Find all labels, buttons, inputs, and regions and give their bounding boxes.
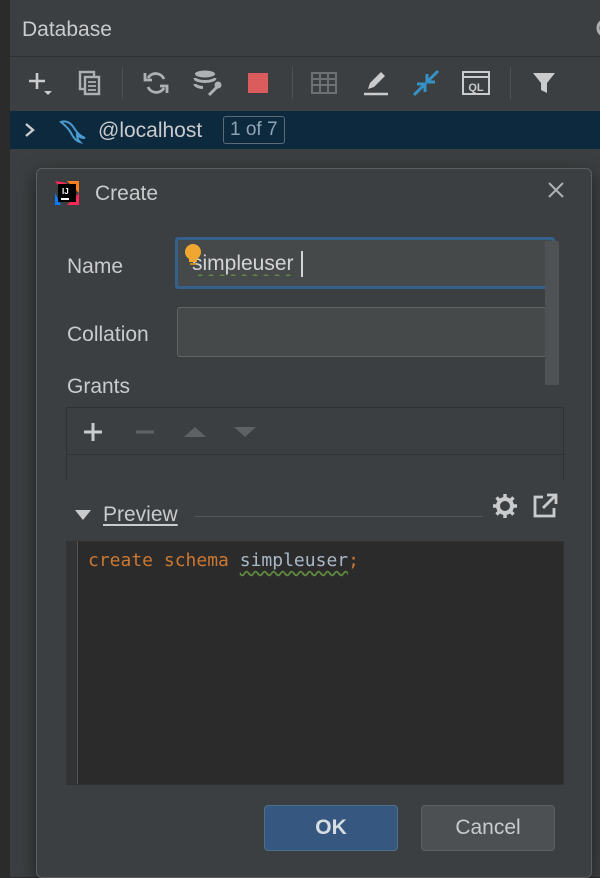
table-icon[interactable] — [308, 67, 340, 99]
name-input[interactable] — [192, 252, 532, 276]
grants-table — [66, 407, 564, 480]
connection-label: @localhost — [98, 119, 203, 142]
svg-text:IJ: IJ — [62, 187, 69, 196]
grant-add-icon[interactable] — [79, 418, 107, 446]
dialog-title: Create — [95, 182, 159, 205]
panel-title: Database — [22, 18, 112, 41]
collation-label: Collation — [67, 323, 149, 346]
preview-settings-icon[interactable] — [491, 492, 519, 525]
grant-remove-icon[interactable] — [131, 418, 159, 446]
panel-settings-icon[interactable] — [594, 16, 600, 40]
jump-to-source-icon[interactable] — [410, 67, 442, 99]
query-console-icon[interactable]: QL — [460, 67, 492, 99]
collation-input[interactable] — [188, 320, 542, 345]
preview-collapse-icon[interactable] — [73, 505, 93, 525]
mysql-dolphin-icon — [58, 118, 88, 149]
jetbrains-ij-icon: IJ — [53, 179, 81, 207]
tree-row-localhost[interactable]: @localhost 1 of 7 — [10, 111, 600, 149]
form-scrollbar[interactable] — [545, 241, 559, 385]
cancel-button[interactable]: Cancel — [421, 805, 555, 851]
grants-label: Grants — [67, 375, 131, 398]
grant-move-up-icon[interactable] — [181, 418, 209, 446]
grant-move-down-icon[interactable] — [231, 418, 259, 446]
svg-text:QL: QL — [468, 82, 484, 94]
editor-gutter — [67, 542, 78, 784]
lightbulb-icon[interactable] — [182, 242, 204, 273]
stop-icon[interactable] — [242, 67, 274, 99]
collation-field[interactable] — [177, 307, 557, 357]
sql-keyword-create: create — [88, 550, 154, 571]
sql-preview-editor[interactable]: create schema simpleuser; — [66, 541, 564, 785]
refresh-icon[interactable] — [140, 67, 172, 99]
name-field[interactable] — [175, 237, 555, 289]
sql-keyword-schema: schema — [163, 550, 229, 571]
create-dialog: IJ Create Name Collation Grants — [36, 168, 592, 878]
name-label: Name — [67, 255, 124, 278]
close-icon[interactable] — [545, 179, 567, 201]
text-caret — [301, 251, 303, 277]
schema-count-badge[interactable]: 1 of 7 — [223, 116, 285, 144]
add-icon[interactable] — [24, 67, 56, 99]
sql-terminator: ; — [348, 550, 359, 571]
sql-code-line: create schema simpleuser; — [88, 550, 359, 571]
preview-divider — [195, 516, 483, 517]
panel-header: Database — [10, 0, 600, 57]
filter-icon[interactable] — [528, 67, 560, 99]
open-in-editor-icon[interactable] — [531, 492, 559, 525]
expand-arrow-icon[interactable] — [22, 122, 36, 143]
edit-icon[interactable] — [360, 67, 392, 99]
grants-toolbar — [67, 408, 563, 455]
sql-identifier: simpleuser — [239, 550, 349, 571]
preview-label[interactable]: Preview — [103, 503, 178, 527]
duplicate-icon[interactable] — [74, 67, 106, 99]
database-toolbar: QL — [10, 57, 600, 109]
properties-icon[interactable] — [192, 67, 224, 99]
ok-button[interactable]: OK — [264, 805, 398, 851]
